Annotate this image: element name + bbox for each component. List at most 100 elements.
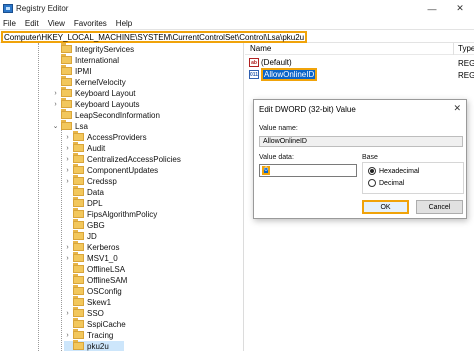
tree-item[interactable]: › Audit (64, 142, 105, 153)
folder-icon (73, 131, 84, 141)
registry-tree: IntegrityServices International IPMI Ker… (0, 43, 244, 351)
tree-item[interactable]: IPMI (52, 65, 91, 76)
cancel-button[interactable]: Cancel (416, 200, 463, 214)
tree-item[interactable]: LeapSecondInformation (52, 109, 160, 120)
tree-item[interactable]: Skew1 (64, 296, 111, 307)
menu-file[interactable]: File (3, 19, 16, 28)
tree-item-lsa[interactable]: ⌄ Lsa (52, 120, 88, 131)
menu-view[interactable]: View (48, 19, 65, 28)
value-data-label: Value data: (259, 154, 294, 161)
list-header: Name Type (245, 43, 474, 55)
dword-value-icon: 011 (249, 70, 259, 79)
folder-icon (61, 76, 72, 86)
folder-icon (73, 318, 84, 328)
folder-icon (73, 230, 84, 240)
chevron-right-icon[interactable]: › (64, 310, 71, 317)
chevron-right-icon[interactable]: › (64, 178, 71, 185)
chevron-right-icon[interactable]: › (64, 156, 71, 163)
folder-icon (73, 153, 84, 163)
tree-item[interactable]: › MSV1_0 (64, 252, 118, 263)
chevron-right-icon[interactable]: › (64, 134, 71, 141)
chevron-right-icon[interactable]: › (64, 167, 71, 174)
folder-icon (61, 109, 72, 119)
chevron-right-icon[interactable]: › (64, 255, 71, 262)
value-data-input[interactable]: 0 (259, 164, 357, 177)
folder-icon (73, 197, 84, 207)
title-bar: Registry Editor — ✕ (0, 0, 474, 17)
menu-help[interactable]: Help (116, 19, 132, 28)
radio-unselected-icon[interactable] (368, 179, 376, 187)
tree-item[interactable]: › CentralizedAccessPolicies (64, 153, 181, 164)
tree-item[interactable]: OfflineSAM (64, 274, 127, 285)
chevron-right-icon[interactable]: › (64, 145, 71, 152)
address-bar[interactable]: Computer\HKEY_LOCAL_MACHINE\SYSTEM\Curre… (0, 29, 474, 43)
tree-item[interactable]: › ComponentUpdates (64, 164, 158, 175)
folder-icon (73, 164, 84, 174)
folder-icon (73, 329, 84, 339)
menu-favorites[interactable]: Favorites (74, 19, 107, 28)
tree-item[interactable]: › Kerberos (64, 241, 119, 252)
tree-item-pku2u[interactable]: pku2u (64, 340, 124, 351)
value-type: REG (458, 71, 474, 80)
folder-icon (73, 263, 84, 273)
tree-item[interactable]: GBG (64, 219, 105, 230)
folder-icon (73, 340, 84, 350)
base-label: Base (362, 154, 378, 161)
hexadecimal-label: Hexadecimal (379, 167, 420, 175)
chevron-right-icon[interactable]: › (52, 90, 59, 97)
folder-icon (73, 285, 84, 295)
folder-icon (73, 307, 84, 317)
edit-dword-dialog: Edit DWORD (32-bit) Value ✕ Value name: … (253, 99, 467, 219)
value-row-allowonlineid[interactable]: 011 AllowOnlineID (249, 68, 318, 81)
tree-item[interactable]: IntegrityServices (52, 43, 134, 54)
column-separator[interactable] (453, 43, 454, 55)
folder-icon (73, 186, 84, 196)
tree-item[interactable]: OfflineLSA (64, 263, 125, 274)
tree-item[interactable]: › AccessProviders (64, 131, 147, 142)
dialog-close-button[interactable]: ✕ (453, 103, 461, 114)
tree-item[interactable]: International (52, 54, 119, 65)
radio-hexadecimal[interactable]: Hexadecimal (368, 167, 419, 175)
address-path[interactable]: Computer\HKEY_LOCAL_MACHINE\SYSTEM\Curre… (1, 31, 308, 43)
tree-item[interactable]: DPL (64, 197, 103, 208)
decimal-label: Decimal (379, 179, 405, 187)
folder-icon (61, 43, 72, 53)
tree-item[interactable]: FipsAlgorithmPolicy (64, 208, 157, 219)
window-controls: — ✕ (418, 0, 474, 17)
value-name-highlighted: AllowOnlineID (261, 68, 318, 81)
tree-item[interactable]: › SSO (64, 307, 104, 318)
tree-item[interactable]: SspiCache (64, 318, 126, 329)
chevron-right-icon[interactable]: › (64, 244, 71, 251)
chevron-right-icon[interactable]: › (64, 332, 71, 339)
ok-button[interactable]: OK (362, 200, 409, 214)
folder-icon (61, 98, 72, 108)
folder-icon (61, 65, 72, 75)
radio-selected-icon[interactable] (368, 167, 376, 175)
window-title: Registry Editor (16, 4, 69, 13)
column-type-header[interactable]: Type (458, 44, 474, 53)
tree-item[interactable]: › Keyboard Layouts (52, 98, 140, 109)
close-button[interactable]: ✕ (446, 0, 474, 17)
tree-item[interactable]: › Keyboard Layout (52, 87, 136, 98)
menu-edit[interactable]: Edit (25, 19, 39, 28)
tree-item[interactable]: JD (64, 230, 97, 241)
value-data-text[interactable]: 0 (262, 166, 270, 175)
tree-item[interactable]: › Tracing (64, 329, 113, 340)
column-name-header[interactable]: Name (250, 44, 271, 53)
string-value-icon: ab (249, 58, 259, 67)
folder-icon (73, 219, 84, 229)
radio-decimal[interactable]: Decimal (368, 179, 404, 187)
tree-item[interactable]: Data (64, 186, 104, 197)
tree-item[interactable]: › Credssp (64, 175, 117, 186)
chevron-down-icon[interactable]: ⌄ (52, 122, 59, 130)
value-row-default[interactable]: ab (Default) (249, 57, 292, 68)
registry-editor-icon (3, 4, 13, 13)
minimize-button[interactable]: — (418, 0, 446, 17)
tree-item[interactable]: KernelVelocity (52, 76, 126, 87)
folder-icon (73, 241, 84, 251)
menu-bar: File Edit View Favorites Help (0, 17, 474, 29)
value-type: REG (458, 59, 474, 68)
folder-icon (73, 274, 84, 284)
chevron-right-icon[interactable]: › (52, 101, 59, 108)
tree-item[interactable]: OSConfig (64, 285, 122, 296)
